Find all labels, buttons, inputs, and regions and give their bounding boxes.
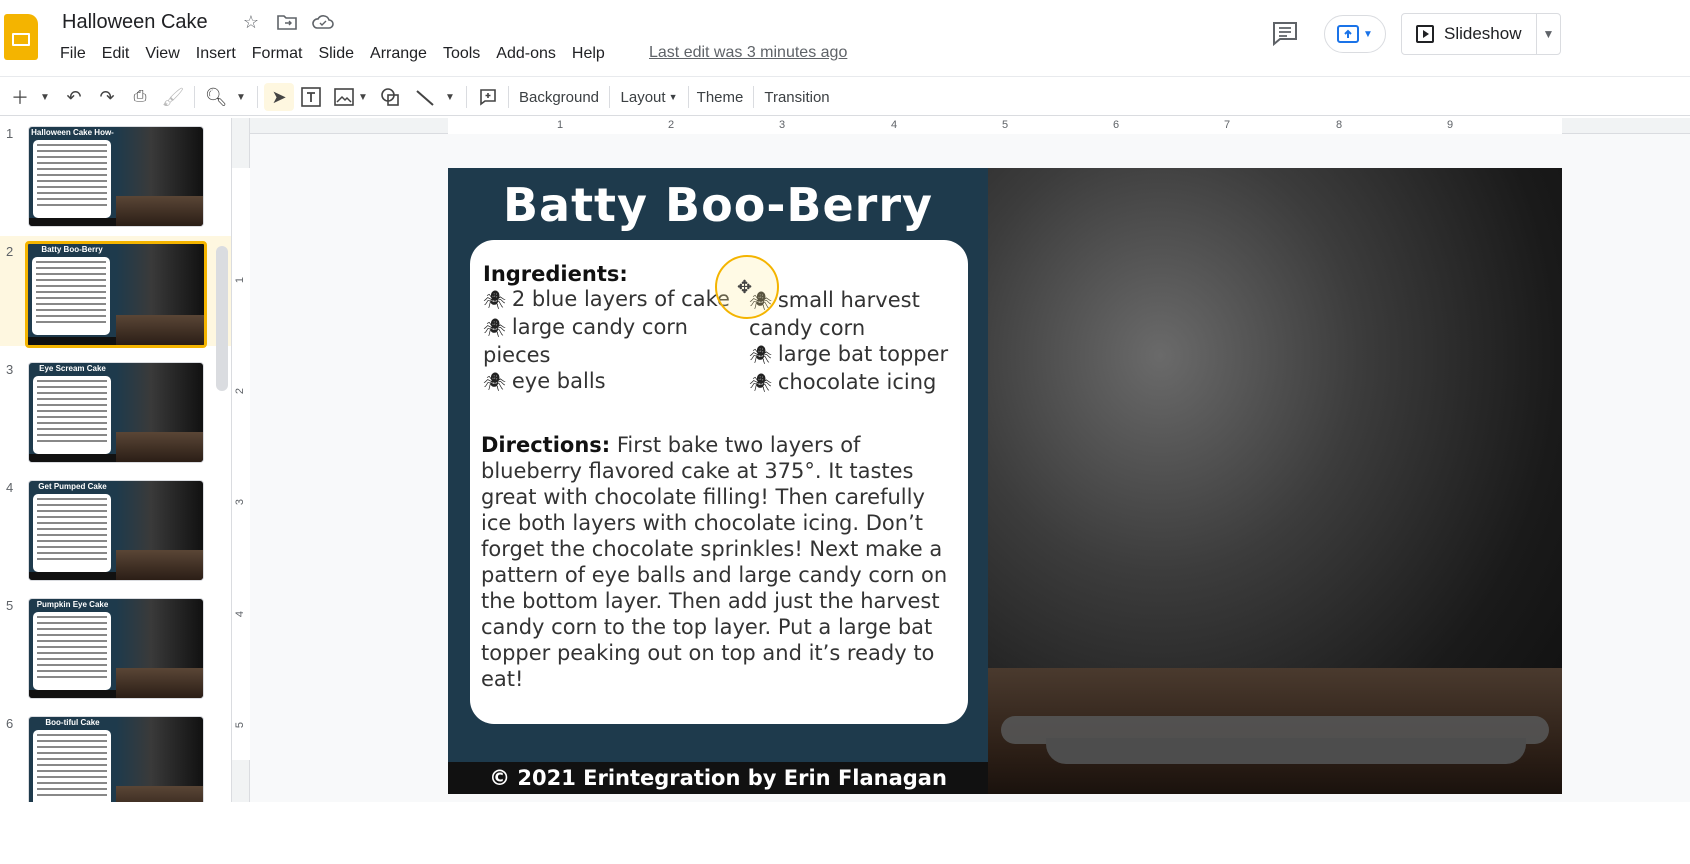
slideshow-button-group: Slideshow ▼ <box>1401 13 1561 55</box>
spider-icon: 🕷︎ <box>483 318 506 339</box>
menu-view[interactable]: View <box>137 44 187 64</box>
slide-thumbnail-selected[interactable]: Batty Boo-Berry <box>25 241 207 348</box>
slide-thumbnail[interactable]: Pumpkin Eye Cake <box>28 598 204 699</box>
ingredients-column-2[interactable]: 🕷︎ small harvest candy corn 🕷︎ large bat t… <box>749 287 948 397</box>
spider-icon: 🕷︎ <box>483 372 506 393</box>
menu-addons[interactable]: Add-ons <box>488 44 564 64</box>
insert-image-icon[interactable] <box>331 83 357 111</box>
slideshow-options-chevron-icon[interactable]: ▼ <box>1537 27 1560 41</box>
menu-slide[interactable]: Slide <box>310 44 362 64</box>
menu-tools[interactable]: Tools <box>435 44 488 64</box>
last-edit-link[interactable]: Last edit was 3 minutes ago <box>649 44 847 62</box>
text-box-icon[interactable] <box>298 83 324 111</box>
background-button[interactable]: Background <box>516 83 602 111</box>
layout-button[interactable]: Layout ▼ <box>617 83 681 111</box>
comment-history-icon[interactable] <box>1271 20 1301 48</box>
zoom-icon[interactable]: 🔍︎ <box>203 83 229 111</box>
slide-thumbnail-row[interactable]: 5 Pumpkin Eye Cake <box>0 590 231 700</box>
toolbar: ＋ ▼ ↶ ↷ ⎙ 🖌 🔍︎ ▼ ➤ ▼ ▼ Background Layout… <box>0 76 1690 116</box>
ingredients-column-1[interactable]: 🕷︎ 2 blue layers of cake 🕷︎ large candy co… <box>483 286 730 396</box>
menu-help[interactable]: Help <box>564 44 613 64</box>
horizontal-ruler: 1 2 3 4 5 6 7 8 9 <box>250 118 1690 134</box>
vertical-ruler: 1 2 3 4 5 <box>232 118 250 802</box>
print-icon[interactable]: ⎙ <box>128 83 152 111</box>
menu-file[interactable]: File <box>52 44 94 64</box>
spider-icon: 🕷︎ <box>749 373 772 394</box>
document-title[interactable]: Halloween Cake <box>62 11 208 34</box>
slide-thumbnail[interactable]: Get Pumped Cake <box>28 480 204 581</box>
filmstrip-scrollbar[interactable] <box>216 246 228 391</box>
menu-arrange[interactable]: Arrange <box>362 44 435 64</box>
spider-icon: 🕷︎ <box>483 290 506 311</box>
image-chevron-icon[interactable]: ▼ <box>356 83 370 111</box>
slide-filmstrip: 1 Halloween Cake How-To 2 Batty Boo-Berr… <box>0 118 232 802</box>
current-slide[interactable]: Batty Boo-Berry Ingredients: 🕷︎ 2 blue la… <box>448 168 1562 794</box>
recipe-card[interactable]: Ingredients: 🕷︎ 2 blue layers of cake 🕷︎ l… <box>470 240 968 724</box>
undo-icon[interactable]: ↶ <box>62 83 86 111</box>
move-folder-icon[interactable] <box>276 11 298 33</box>
menu-insert[interactable]: Insert <box>188 44 244 64</box>
directions-text[interactable]: Directions: First bake two layers of blu… <box>481 432 961 692</box>
copyright-footer[interactable]: © 2021 Erintegration by Erin Flanagan <box>448 762 988 794</box>
new-slide-icon[interactable]: ＋ <box>8 83 32 111</box>
slide-thumbnail-row[interactable]: 1 Halloween Cake How-To <box>0 118 231 228</box>
transition-button[interactable]: Transition <box>760 83 834 111</box>
spider-icon: 🕷︎ <box>749 345 772 366</box>
shape-icon[interactable] <box>377 83 403 111</box>
slides-logo-icon[interactable] <box>4 14 38 60</box>
slide-thumbnail-row[interactable]: 3 Eye Scream Cake <box>0 354 231 464</box>
play-icon <box>1416 25 1434 43</box>
slide-title[interactable]: Batty Boo-Berry <box>448 178 988 232</box>
line-icon[interactable] <box>412 83 438 111</box>
slide-thumbnail[interactable]: Eye Scream Cake <box>28 362 204 463</box>
slideshow-button[interactable]: Slideshow <box>1402 24 1536 44</box>
paint-format-icon[interactable]: 🖌 <box>161 83 185 111</box>
cloud-status-icon[interactable] <box>312 11 334 33</box>
move-cursor-icon: ✥ <box>737 277 753 297</box>
menu-edit[interactable]: Edit <box>94 44 138 64</box>
slide-thumbnail-row[interactable]: 4 Get Pumped Cake <box>0 472 231 582</box>
zoom-chevron-icon[interactable]: ▼ <box>232 83 250 111</box>
menu-bar: File Edit View Insert Format Slide Arran… <box>52 44 613 64</box>
star-icon[interactable]: ☆ <box>240 11 262 33</box>
select-arrow-icon[interactable]: ➤ <box>264 83 294 111</box>
slide-thumbnail-row[interactable]: 2 Batty Boo-Berry <box>0 236 231 348</box>
slide-thumbnail-row[interactable]: 6 Boo-tiful Cake <box>0 708 231 802</box>
present-to-meeting-button[interactable]: ▼ <box>1324 15 1386 53</box>
title-bar: Halloween Cake ☆ File Edit View Insert F… <box>0 0 1690 76</box>
layout-chevron-icon: ▼ <box>668 92 678 102</box>
chevron-down-icon: ▼ <box>1363 28 1373 40</box>
move-cursor-highlight: ✥ <box>715 255 779 319</box>
add-comment-icon[interactable] <box>475 83 501 111</box>
ingredients-heading: Ingredients: <box>483 262 628 286</box>
bottom-area <box>0 802 1690 864</box>
theme-button[interactable]: Theme <box>693 83 747 111</box>
present-icon <box>1337 25 1360 43</box>
slide-thumbnail[interactable]: Halloween Cake How-To <box>28 126 204 227</box>
menu-format[interactable]: Format <box>244 44 311 64</box>
redo-icon[interactable]: ↷ <box>95 83 119 111</box>
slide-thumbnail[interactable]: Boo-tiful Cake <box>28 716 204 802</box>
line-chevron-icon[interactable]: ▼ <box>443 83 457 111</box>
new-slide-layout-chevron-icon[interactable]: ▼ <box>36 83 54 111</box>
